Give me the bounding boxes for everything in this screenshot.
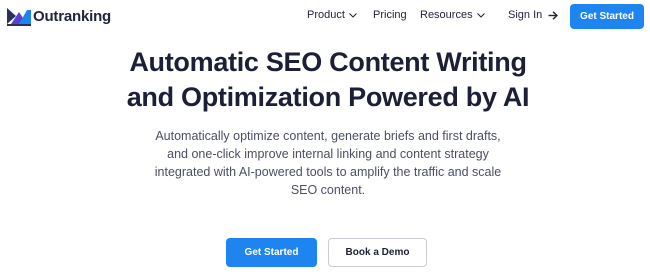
- hero-get-started-button[interactable]: Get Started: [226, 238, 317, 267]
- sign-in-label: Sign In: [508, 9, 543, 21]
- site-header: Outranking Product Pricing Resources Sig…: [0, 0, 650, 36]
- sign-in-link[interactable]: Sign In: [508, 9, 559, 21]
- hero-subtitle-line: and one-click improve internal linking a…: [167, 147, 489, 161]
- brand-name: Outranking: [33, 7, 112, 25]
- nav-resources[interactable]: Resources: [420, 9, 485, 21]
- nav-pricing[interactable]: Pricing: [373, 9, 407, 21]
- nav-product[interactable]: Product: [307, 9, 357, 21]
- hero-title: Automatic SEO Content Writing and Optimi…: [0, 45, 650, 115]
- hero-subtitle: Automatically optimize content, generate…: [100, 127, 556, 199]
- hero-subtitle-line: Automatically optimize content, generate…: [155, 129, 501, 143]
- chevron-down-icon: [476, 12, 485, 18]
- nav-pricing-label: Pricing: [373, 9, 407, 21]
- hero-title-line: Automatic SEO Content Writing: [129, 47, 527, 77]
- nav-product-label: Product: [307, 9, 345, 21]
- book-demo-button[interactable]: Book a Demo: [328, 238, 427, 267]
- hero-cta-row: Get Started Book a Demo: [0, 238, 650, 268]
- outranking-logo-icon: [7, 8, 31, 26]
- brand-logo[interactable]: Outranking: [7, 6, 111, 26]
- header-get-started-button[interactable]: Get Started: [570, 4, 644, 29]
- nav-resources-label: Resources: [420, 9, 473, 21]
- hero-subtitle-line: integrated with AI-powered tools to ampl…: [154, 165, 502, 179]
- chevron-down-icon: [349, 12, 357, 18]
- hero-subtitle-line: SEO content.: [290, 183, 366, 197]
- arrow-right-icon: [548, 10, 559, 20]
- page: Outranking Product Pricing Resources Sig…: [0, 0, 650, 276]
- hero-title-line: and Optimization Powered by AI: [126, 82, 530, 112]
